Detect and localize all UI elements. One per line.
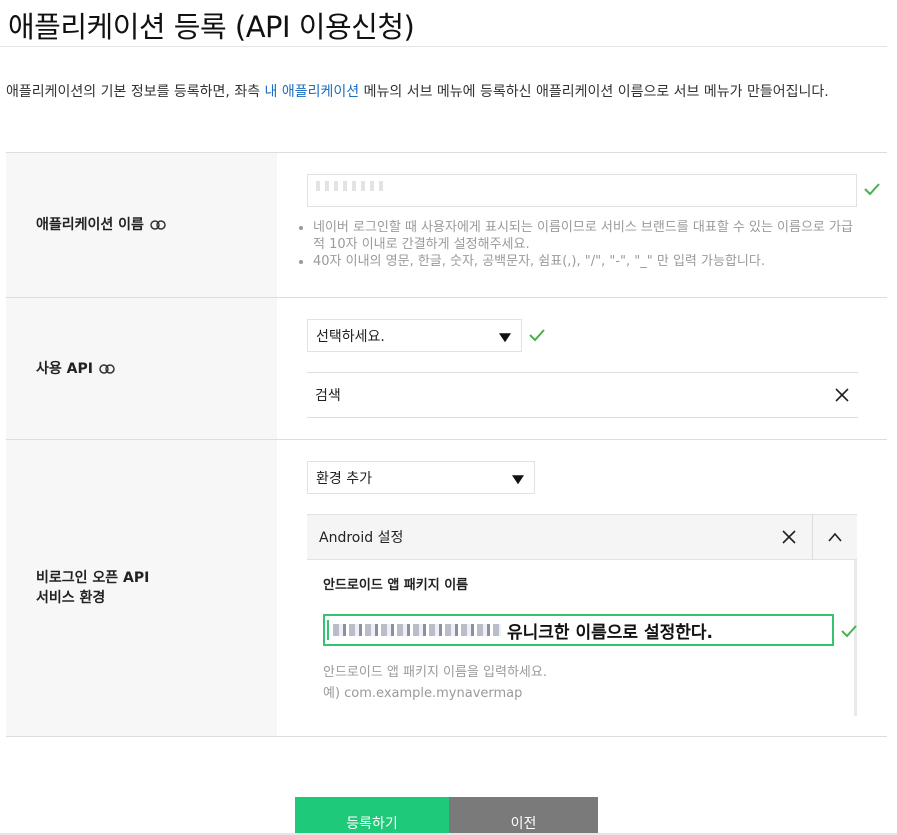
close-icon[interactable] (834, 387, 850, 403)
intro-text-after: 메뉴의 서브 메뉴에 등록하신 애플리케이션 이름으로 서브 메뉴가 만들어집니… (359, 84, 829, 100)
row-used-api: 사용 API 선택하세요. 검색 (6, 298, 887, 440)
my-applications-link[interactable]: 내 애플리케이션 (265, 84, 360, 100)
api-select[interactable]: 선택하세요. (307, 319, 522, 352)
application-name-label: 애플리케이션 이름 (36, 217, 144, 233)
android-package-hint-line1: 안드로이드 앱 패키지 이름을 입력하세요. (323, 665, 547, 680)
row-content-service-environment: 환경 추가 Android 설정 안드로이드 앱 패키지 이름 유니크한 이름으… (277, 440, 887, 736)
row-content-application-name: 네이버 로그인할 때 사용자에게 표시되는 이름이므로 서비스 브랜드를 대표할… (277, 153, 887, 297)
android-settings-title: Android 설정 (319, 530, 404, 546)
link-icon[interactable] (150, 220, 166, 230)
application-form: 애플리케이션 이름 네이버 로그인할 때 사용자에게 표시되는 이름이므로 서비… (6, 152, 887, 737)
android-package-label: 안드로이드 앱 패키지 이름 (323, 578, 469, 593)
title-divider (0, 46, 887, 47)
hint-item: 40자 이내의 영문, 한글, 숫자, 공백문자, 쉼표(,), "/", "-… (313, 253, 858, 270)
row-application-name: 애플리케이션 이름 네이버 로그인할 때 사용자에게 표시되는 이름이므로 서비… (6, 153, 887, 298)
redacted-value (333, 624, 501, 636)
android-settings-panel: Android 설정 안드로이드 앱 패키지 이름 유니크한 이름으로 설정한다 (307, 514, 857, 716)
close-icon[interactable] (781, 529, 797, 545)
page-title: 애플리케이션 등록 (API 이용신청) (8, 10, 415, 44)
row-content-used-api: 선택하세요. 검색 (277, 298, 887, 439)
row-label-application-name: 애플리케이션 이름 (6, 153, 277, 297)
intro-text: 애플리케이션의 기본 정보를 등록하면, 좌측 내 애플리케이션 메뉴의 서브 … (6, 78, 886, 106)
used-api-label: 사용 API (36, 360, 93, 377)
android-settings-header[interactable]: Android 설정 (307, 514, 857, 560)
service-environment-label-line1: 비로그인 오픈 API (36, 570, 150, 586)
row-service-environment: 비로그인 오픈 API 서비스 환경 환경 추가 Android 설정 안드로이… (6, 440, 887, 737)
panel-header-divider (812, 514, 813, 560)
text-cursor (327, 620, 329, 640)
android-package-hint: 안드로이드 앱 패키지 이름을 입력하세요. 예) com.example.my… (323, 662, 547, 704)
api-select-value: 선택하세요. (316, 328, 385, 345)
prev-button[interactable]: 이전 (449, 797, 598, 835)
application-name-input[interactable] (307, 174, 857, 207)
android-package-input[interactable]: 유니크한 이름으로 설정한다. (323, 614, 834, 646)
application-name-hints: 네이버 로그인할 때 사용자에게 표시되는 이름이므로 서비스 브랜드를 대표할… (313, 219, 858, 270)
check-icon (529, 329, 545, 342)
panel-scroll-edge (854, 560, 857, 716)
register-button[interactable]: 등록하기 (295, 797, 449, 835)
intro-text-before: 애플리케이션의 기본 정보를 등록하면, 좌측 (6, 84, 265, 100)
selected-api-label: 검색 (315, 388, 341, 404)
redacted-value (316, 181, 388, 191)
package-annotation: 유니크한 이름으로 설정한다. (507, 623, 713, 643)
android-package-hint-line2: 예) com.example.mynavermap (323, 686, 523, 701)
link-icon[interactable] (99, 363, 115, 374)
service-environment-label-line2: 서비스 환경 (36, 590, 106, 606)
check-icon (841, 625, 857, 638)
check-icon (864, 183, 880, 196)
chevron-up-icon[interactable] (827, 530, 843, 546)
chevron-down-icon (499, 332, 511, 342)
row-label-service-environment: 비로그인 오픈 API 서비스 환경 (6, 440, 277, 736)
row-label-used-api: 사용 API (6, 298, 277, 439)
hint-item: 네이버 로그인할 때 사용자에게 표시되는 이름이므로 서비스 브랜드를 대표할… (313, 219, 858, 253)
selected-api-item: 검색 (307, 372, 858, 418)
environment-select-value: 환경 추가 (316, 470, 372, 487)
chevron-down-icon (512, 474, 524, 484)
service-environment-label: 비로그인 오픈 API 서비스 환경 (36, 568, 149, 608)
environment-select[interactable]: 환경 추가 (307, 461, 535, 494)
